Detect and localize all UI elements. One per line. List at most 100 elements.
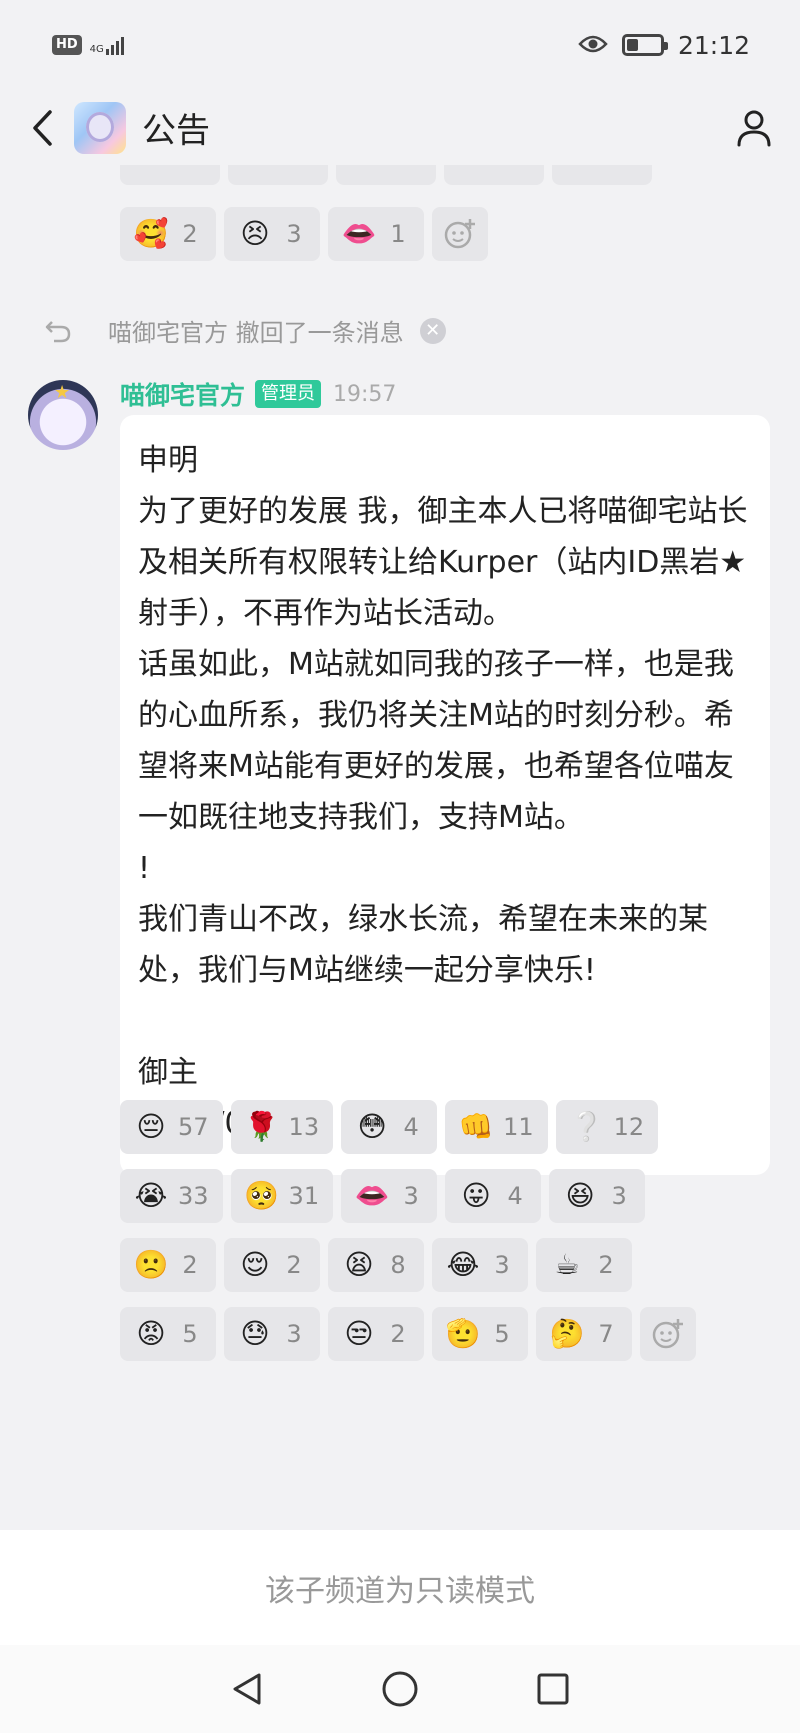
reaction-chip[interactable] bbox=[552, 165, 652, 185]
chevron-left-icon bbox=[33, 109, 52, 146]
reaction-emoji: 🌹 bbox=[244, 1110, 279, 1143]
nav-back-button[interactable] bbox=[217, 1659, 277, 1719]
reaction-chip[interactable]: 🤔 7 bbox=[536, 1307, 632, 1361]
add-reaction-button[interactable] bbox=[432, 207, 488, 261]
signal-icon: 4G bbox=[90, 35, 124, 55]
reaction-count: 3 bbox=[403, 1182, 419, 1210]
eye-icon bbox=[578, 31, 608, 60]
reaction-chip[interactable]: 👊 11 bbox=[445, 1100, 548, 1154]
reaction-chip[interactable]: 😂 3 bbox=[432, 1238, 528, 1292]
reaction-emoji: 🥰 bbox=[133, 217, 169, 250]
reaction-count: 2 bbox=[390, 1320, 406, 1348]
reaction-count: 1 bbox=[390, 220, 406, 248]
reaction-row-3: 🙁 2 😌 2 😫 8 😂 3 ☕ 2 bbox=[120, 1238, 632, 1292]
reaction-count: 5 bbox=[494, 1320, 510, 1348]
message-list[interactable]: 🥰 2 😣 3 👄 1 喵御宅官方 撤回了一条消息 ✕ 喵御宅官方 管理员 19… bbox=[0, 165, 800, 1525]
reaction-count: 2 bbox=[286, 1251, 302, 1279]
reaction-chip[interactable]: 🙁 2 bbox=[120, 1238, 216, 1292]
status-right: 21:12 bbox=[578, 31, 750, 60]
message-bubble[interactable]: 申明 为了更好的发展 我，御主本人已将喵御宅站长及相关所有权限转让给Kurper… bbox=[120, 415, 770, 1175]
reaction-emoji: 😡 bbox=[136, 1317, 166, 1350]
status-left: HD 4G bbox=[52, 35, 124, 55]
reaction-count: 57 bbox=[178, 1113, 209, 1141]
channel-avatar[interactable] bbox=[74, 101, 126, 154]
reaction-count: 5 bbox=[182, 1320, 198, 1348]
signal-bars bbox=[105, 35, 124, 55]
reaction-chip[interactable]: 😫 8 bbox=[328, 1238, 424, 1292]
back-triangle-icon bbox=[233, 1673, 261, 1705]
reaction-emoji: 😆 bbox=[565, 1179, 595, 1212]
reaction-chip[interactable]: 😒 2 bbox=[328, 1307, 424, 1361]
add-reaction-button[interactable] bbox=[640, 1307, 696, 1361]
profile-button[interactable] bbox=[732, 106, 776, 150]
reaction-emoji: 👄 bbox=[341, 217, 377, 250]
nav-recents-button[interactable] bbox=[523, 1659, 583, 1719]
reaction-chip[interactable]: 😌 2 bbox=[224, 1238, 320, 1292]
reaction-chip[interactable] bbox=[444, 165, 544, 185]
reaction-emoji: ❔ bbox=[569, 1110, 605, 1143]
reaction-count: 33 bbox=[178, 1182, 209, 1210]
nav-home-button[interactable] bbox=[370, 1659, 430, 1719]
reaction-count: 13 bbox=[288, 1113, 320, 1141]
reaction-chip[interactable]: 😣 3 bbox=[224, 207, 320, 261]
reaction-emoji: 😔 bbox=[136, 1110, 166, 1143]
reaction-count: 7 bbox=[598, 1320, 614, 1348]
reaction-chip[interactable]: 🌹 13 bbox=[230, 1100, 334, 1154]
back-button[interactable] bbox=[24, 103, 60, 153]
sender-name[interactable]: 喵御宅官方 bbox=[120, 376, 245, 412]
reaction-chip[interactable]: 😭 33 bbox=[120, 1169, 223, 1223]
reaction-chip[interactable]: 🥺 31 bbox=[230, 1169, 334, 1223]
reaction-count: 8 bbox=[390, 1251, 406, 1279]
reaction-count: 11 bbox=[503, 1113, 534, 1141]
reaction-row-1: 😔 57 🌹 13 😳 4 👊 11 ❔ 12 bbox=[120, 1100, 659, 1154]
reaction-chip[interactable] bbox=[336, 165, 436, 185]
system-nav-bar bbox=[0, 1645, 800, 1733]
reaction-chip[interactable]: ☕ 2 bbox=[536, 1238, 632, 1292]
reaction-count: 12 bbox=[613, 1113, 645, 1141]
reaction-count: 2 bbox=[598, 1251, 614, 1279]
reaction-chip[interactable] bbox=[228, 165, 328, 185]
reaction-chip[interactable]: ❔ 12 bbox=[555, 1100, 659, 1154]
reaction-chip[interactable]: 😔 57 bbox=[120, 1100, 223, 1154]
reaction-emoji: ☕ bbox=[554, 1248, 580, 1281]
reaction-emoji: 🙁 bbox=[133, 1248, 169, 1281]
reaction-count: 2 bbox=[182, 1251, 198, 1279]
reaction-emoji: 🫡 bbox=[445, 1317, 481, 1350]
admin-badge: 管理员 bbox=[255, 380, 322, 408]
reaction-chip[interactable]: 🥰 2 bbox=[120, 207, 216, 261]
reaction-emoji: 😓 bbox=[240, 1317, 270, 1350]
reaction-count: 31 bbox=[288, 1182, 320, 1210]
clock: 21:12 bbox=[677, 30, 750, 60]
network-type: 4G bbox=[89, 44, 104, 55]
reaction-chip[interactable]: 🫡 5 bbox=[432, 1307, 528, 1361]
recents-square-icon bbox=[537, 1673, 569, 1705]
avatar[interactable] bbox=[28, 380, 98, 450]
reaction-chip[interactable] bbox=[120, 165, 220, 185]
reaction-emoji: 🥺 bbox=[244, 1179, 279, 1212]
recall-notice: 喵御宅官方 撤回了一条消息 ✕ bbox=[44, 313, 446, 348]
reaction-emoji: 😣 bbox=[240, 217, 270, 250]
reaction-emoji: 😌 bbox=[240, 1248, 270, 1281]
hd-badge: HD bbox=[52, 35, 82, 55]
reaction-chip[interactable]: 😡 5 bbox=[120, 1307, 216, 1361]
reaction-emoji: 👊 bbox=[458, 1110, 494, 1143]
message-meta: 喵御宅官方 管理员 19:57 bbox=[120, 376, 396, 412]
reaction-chip[interactable]: 👄 3 bbox=[341, 1169, 438, 1223]
reaction-row-4: 😡 5 😓 3 😒 2 🫡 5 🤔 7 bbox=[120, 1307, 696, 1361]
reaction-emoji: 😂 bbox=[446, 1248, 480, 1281]
reaction-count: 3 bbox=[494, 1251, 510, 1279]
reaction-chip[interactable]: 👄 1 bbox=[328, 207, 424, 261]
page-title: 公告 bbox=[142, 111, 210, 151]
reaction-chip[interactable]: 😛 4 bbox=[445, 1169, 542, 1223]
undo-icon bbox=[45, 320, 71, 342]
reaction-row-cutoff bbox=[120, 165, 652, 185]
channel-header: 公告 bbox=[0, 90, 800, 165]
reaction-chip[interactable]: 😆 3 bbox=[549, 1169, 646, 1223]
close-icon[interactable]: ✕ bbox=[419, 317, 446, 344]
reaction-emoji: 😭 bbox=[134, 1179, 168, 1212]
reaction-chip[interactable]: 😓 3 bbox=[224, 1307, 320, 1361]
add-emoji-icon bbox=[444, 219, 475, 249]
reaction-chip[interactable]: 😳 4 bbox=[341, 1100, 438, 1154]
reaction-count: 3 bbox=[611, 1182, 627, 1210]
reaction-count: 3 bbox=[286, 220, 302, 248]
